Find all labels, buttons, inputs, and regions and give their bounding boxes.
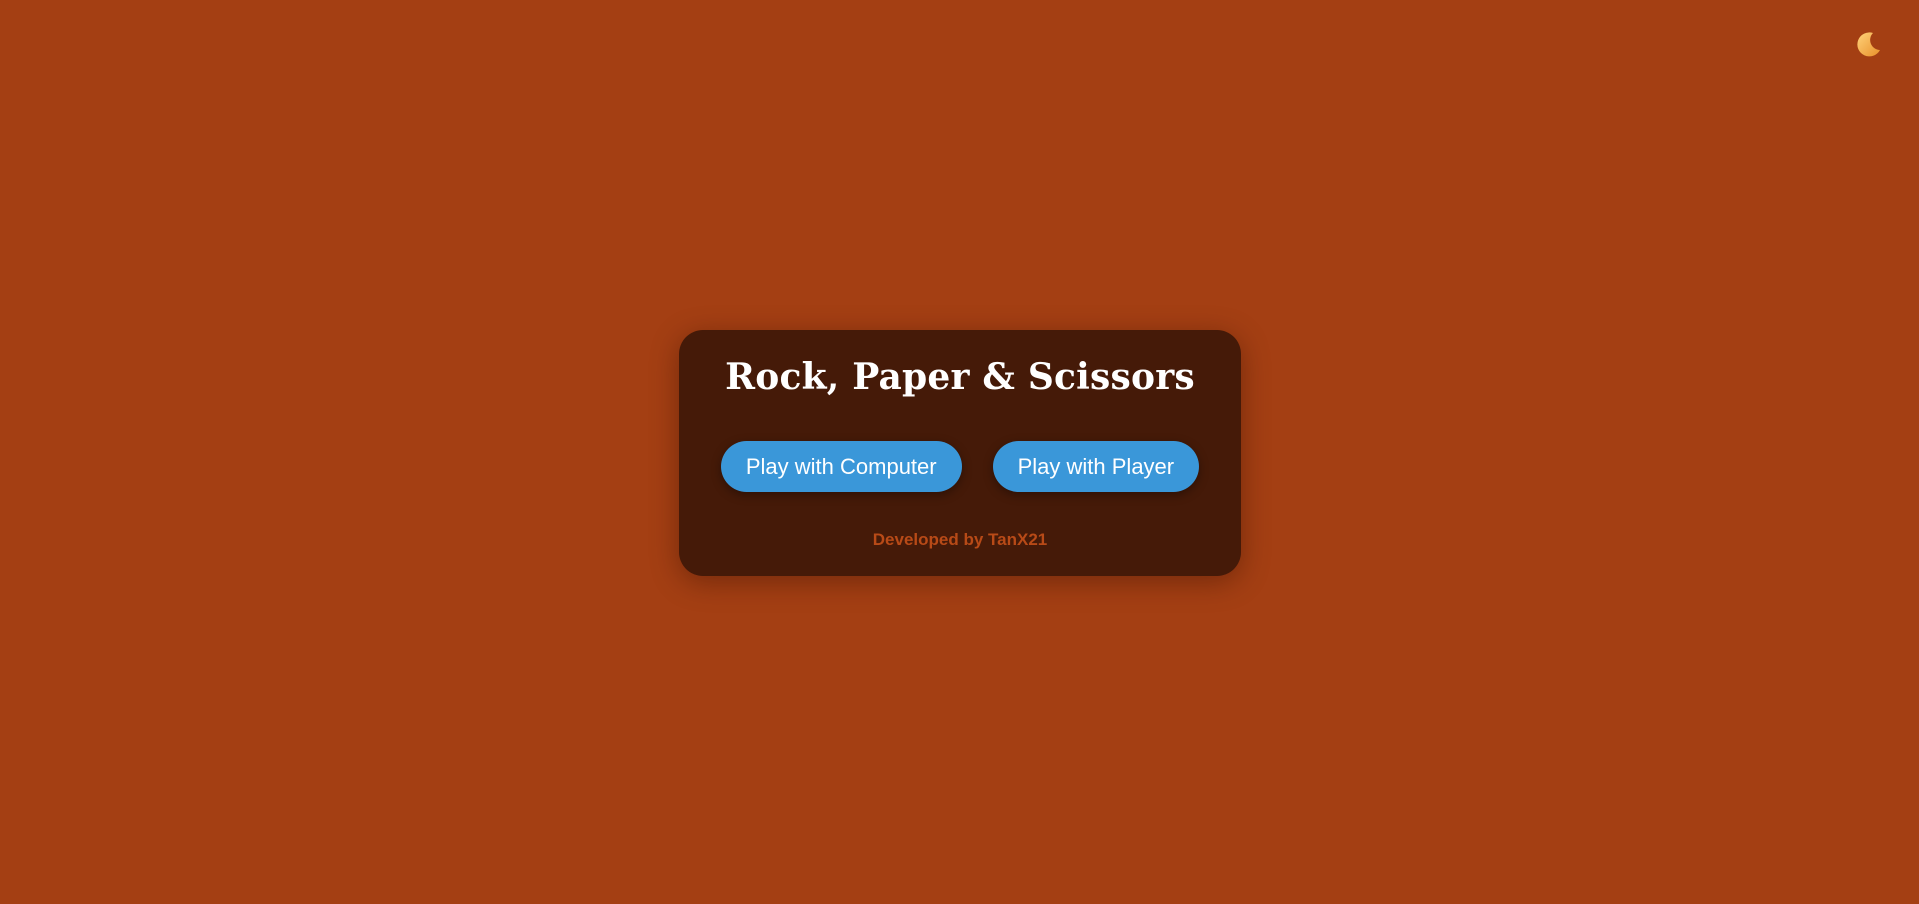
play-with-player-button[interactable]: Play with Player: [992, 441, 1200, 492]
developer-credit: Developed by TanX21: [872, 530, 1048, 549]
play-with-computer-button[interactable]: Play with Computer: [720, 441, 962, 492]
theme-toggle-button[interactable]: [1851, 28, 1885, 62]
moon-icon: [1853, 30, 1883, 60]
game-menu-card: Rock, Paper & Scissors Play with Compute…: [679, 330, 1241, 576]
game-title: Rock, Paper & Scissors: [725, 356, 1195, 398]
mode-buttons: Play with Computer Play with Player: [679, 441, 1241, 492]
